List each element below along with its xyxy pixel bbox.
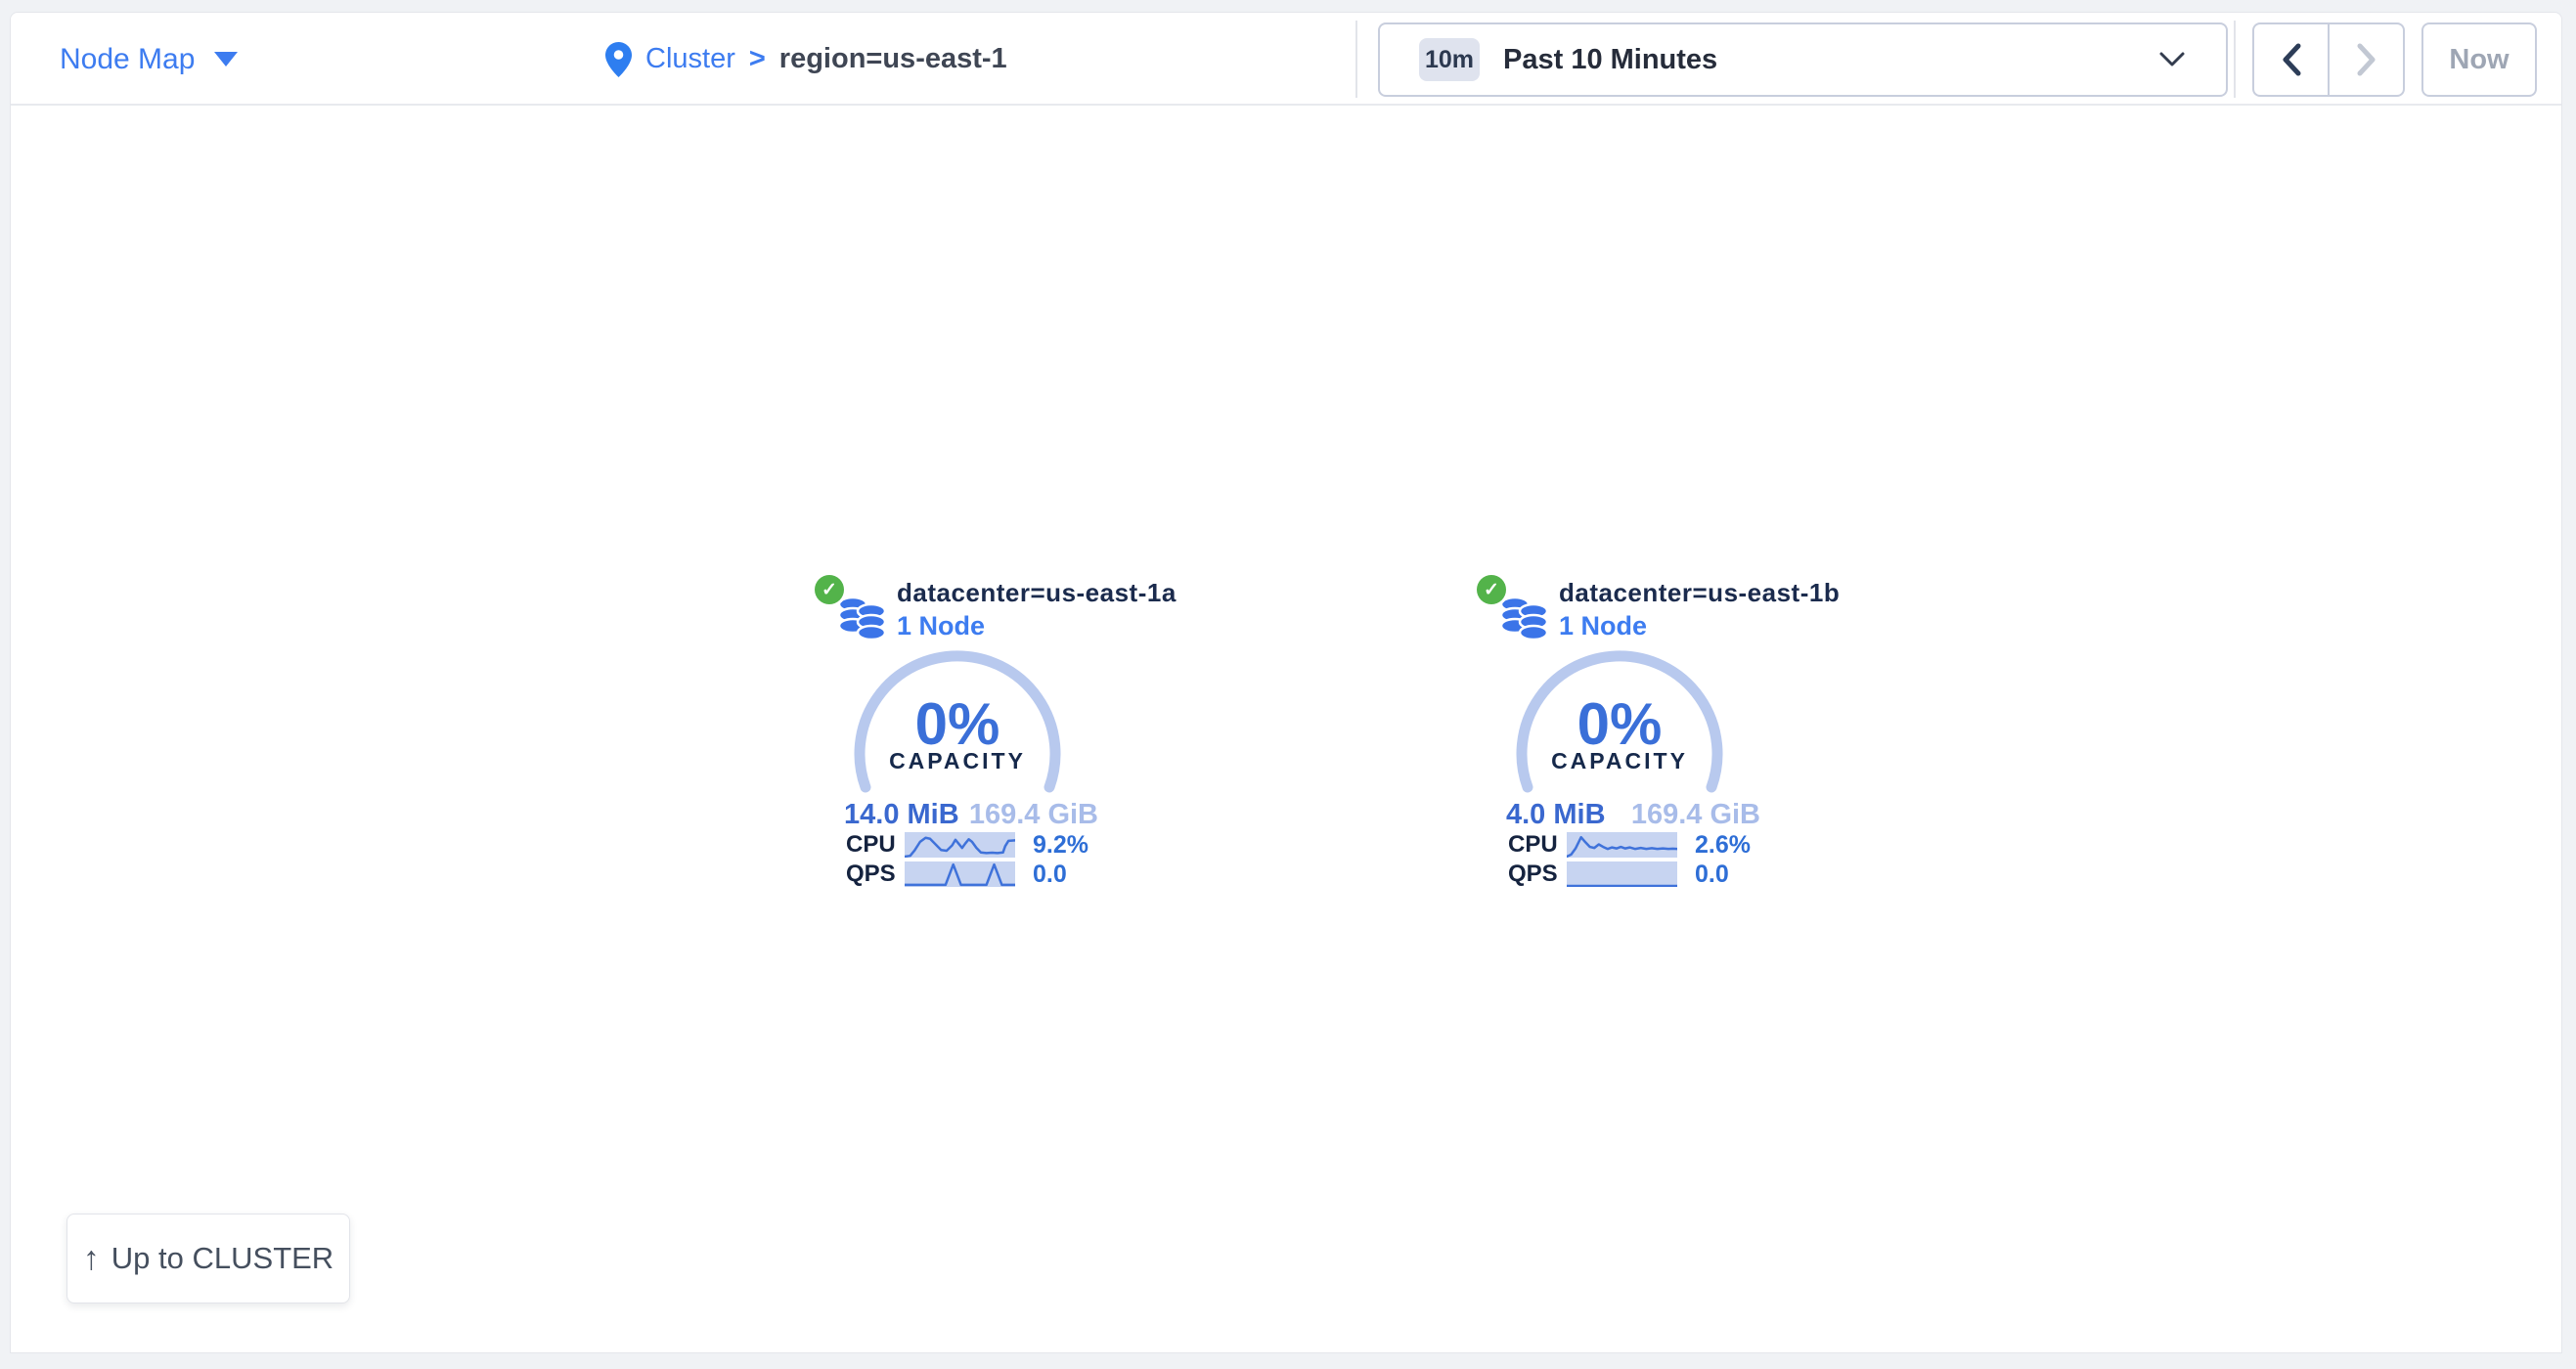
breadcrumb-current-location: region=us-east-1 — [779, 43, 1007, 75]
node-map-panel: Node Map Cluster > region=us-east-1 10m … — [10, 12, 2562, 1353]
capacity-total: 169.4 GiB — [1631, 799, 1760, 831]
capacity-gauge: 0% CAPACITY — [1507, 646, 1732, 803]
up-to-cluster-button[interactable]: ↑ Up to CLUSTER — [67, 1214, 350, 1303]
view-selector-label: Node Map — [60, 43, 195, 76]
node-map-page: Node Map Cluster > region=us-east-1 10m … — [0, 0, 2576, 1369]
time-nav-buttons — [2252, 22, 2405, 97]
qps-metric-row: QPS 0.0 — [1483, 861, 1776, 887]
cpu-sparkline — [905, 832, 1015, 858]
healthy-check-icon: ✓ — [815, 575, 844, 604]
time-next-button[interactable] — [2330, 24, 2403, 95]
up-arrow-icon: ↑ — [83, 1240, 100, 1278]
time-range-label: Past 10 Minutes — [1503, 44, 1717, 76]
qps-metric-row: QPS 0.0 — [821, 861, 1114, 887]
chevron-down-icon — [214, 52, 238, 66]
cpu-sparkline — [1567, 832, 1677, 858]
qps-value: 0.0 — [1033, 861, 1067, 889]
capacity-percent: 0% — [845, 695, 1070, 754]
location-pin-icon — [605, 42, 632, 77]
header-divider — [1355, 21, 1357, 98]
chevron-left-icon — [2281, 43, 2302, 76]
cpu-value: 9.2% — [1033, 831, 1088, 860]
capacity-gauge: 0% CAPACITY — [845, 646, 1070, 803]
up-to-cluster-label: Up to CLUSTER — [111, 1241, 333, 1276]
healthy-check-icon: ✓ — [1477, 575, 1506, 604]
view-selector-dropdown[interactable]: Node Map — [60, 13, 238, 106]
capacity-label: CAPACITY — [845, 748, 1070, 774]
breadcrumb-separator: > — [749, 43, 766, 75]
database-stack-icon — [836, 591, 889, 641]
time-prev-button[interactable] — [2254, 24, 2330, 95]
qps-value: 0.0 — [1695, 861, 1729, 889]
qps-label: QPS — [846, 861, 903, 888]
chevron-right-icon — [2356, 43, 2377, 76]
datacenter-title: datacenter=us-east-1a — [897, 578, 1177, 608]
node-count: 1 Node — [897, 611, 985, 641]
cpu-label: CPU — [1508, 831, 1565, 859]
qps-label: QPS — [1508, 861, 1565, 888]
now-button[interactable]: Now — [2421, 22, 2537, 97]
datacenter-card-us-east-1b[interactable]: ✓ datacenter=us-east-1b 1 Node 0% CAP — [1483, 573, 1776, 896]
cpu-metric-row: CPU 9.2% — [821, 832, 1114, 858]
capacity-values: 14.0 MiB 169.4 GiB — [821, 799, 1114, 831]
datacenter-card-us-east-1a[interactable]: ✓ datacenter=us-east-1a 1 Node 0% CAP — [821, 573, 1114, 896]
qps-sparkline — [1567, 861, 1677, 887]
capacity-used: 14.0 MiB — [844, 799, 959, 831]
header-divider — [2234, 21, 2236, 98]
breadcrumb: Cluster > region=us-east-1 — [605, 13, 1007, 106]
chevron-down-icon — [2159, 52, 2185, 67]
qps-sparkline — [905, 861, 1015, 887]
breadcrumb-cluster-link[interactable]: Cluster — [645, 43, 735, 75]
capacity-label: CAPACITY — [1507, 748, 1732, 774]
cpu-label: CPU — [846, 831, 903, 859]
node-count: 1 Node — [1559, 611, 1647, 641]
capacity-used: 4.0 MiB — [1506, 799, 1606, 831]
datacenter-title: datacenter=us-east-1b — [1559, 578, 1840, 608]
cpu-value: 2.6% — [1695, 831, 1751, 860]
database-stack-icon — [1498, 591, 1551, 641]
cpu-metric-row: CPU 2.6% — [1483, 832, 1776, 858]
capacity-percent: 0% — [1507, 695, 1732, 754]
capacity-total: 169.4 GiB — [969, 799, 1098, 831]
header-bar: Node Map Cluster > region=us-east-1 10m … — [11, 13, 2561, 106]
time-range-dropdown[interactable]: 10m Past 10 Minutes — [1378, 22, 2228, 97]
time-range-badge: 10m — [1419, 38, 1480, 81]
capacity-values: 4.0 MiB 169.4 GiB — [1483, 799, 1776, 831]
